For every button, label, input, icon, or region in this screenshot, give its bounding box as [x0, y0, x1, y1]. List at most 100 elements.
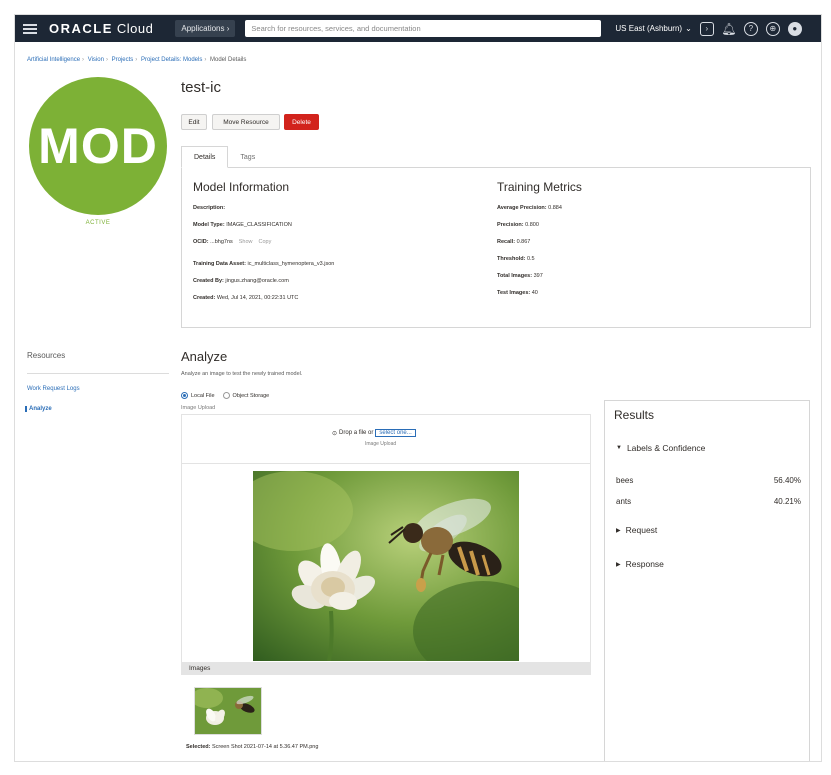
applications-label: Applications — [181, 24, 225, 33]
result-row: ants 40.21% — [616, 497, 801, 506]
field-value: Wed, Jul 14, 2021, 00:22:31 UTC — [216, 295, 299, 301]
response-label: Response — [625, 559, 664, 569]
field-label: Total Images: — [497, 273, 533, 279]
analyze-subtitle: Analyze an image to test the newly train… — [181, 371, 303, 377]
local-file-label[interactable]: Local File — [191, 393, 215, 399]
select-file-link[interactable]: select one... — [375, 429, 416, 437]
local-file-radio[interactable] — [181, 392, 188, 399]
image-thumbnail[interactable] — [194, 687, 262, 735]
recall-field: Recall: 0.867 — [497, 239, 530, 245]
top-navigation-bar: ORACLE Cloud Applications › Search for r… — [15, 15, 821, 42]
help-icon[interactable]: ? — [743, 21, 758, 36]
breadcrumb-ai[interactable]: Artificial Intelligence — [27, 57, 80, 63]
result-label-name: bees — [616, 476, 634, 485]
breadcrumb: Artificial Intelligence › Vision › Project… — [27, 57, 247, 63]
field-label: Test Images: — [497, 290, 531, 296]
global-search-input[interactable]: Search for resources, services, and docu… — [245, 20, 602, 37]
object-storage-label[interactable]: Object Storage — [233, 393, 270, 399]
request-label: Request — [625, 525, 658, 535]
training-metrics-title: Training Metrics — [497, 180, 582, 194]
field-label: Created By: — [193, 278, 224, 284]
oracle-cloud-logo[interactable]: ORACLE Cloud — [49, 21, 153, 36]
edit-button[interactable]: Edit — [181, 114, 207, 130]
detail-tabs: Details Tags — [181, 146, 267, 168]
file-drop-zone[interactable]: ⊙ Drop a file or select one... Image Upl… — [181, 414, 591, 464]
field-label: Threshold: — [497, 256, 526, 262]
move-resource-button[interactable]: Move Resource — [212, 114, 280, 130]
ocid-show-link[interactable]: Show — [239, 239, 253, 245]
labels-confidence-toggle[interactable]: ▼ Labels & Confidence — [616, 443, 705, 453]
request-toggle[interactable]: ▶ Request — [616, 525, 657, 535]
sidebar-item-work-request-logs[interactable]: Work Request Logs — [27, 386, 80, 392]
result-confidence: 40.21% — [773, 497, 801, 506]
images-section-header: Images — [181, 662, 591, 675]
field-label: OCID: — [193, 239, 209, 245]
field-label: Created: — [193, 295, 216, 301]
field-value: 0.5 — [526, 256, 535, 262]
breadcrumb-project-details[interactable]: Project Details: Models — [141, 57, 202, 63]
user-profile-icon[interactable]: ● — [787, 21, 802, 36]
model-type-field: Model Type: IMAGE_CLASSIFICATION — [193, 222, 292, 228]
model-information-title: Model Information — [193, 180, 290, 194]
delete-button[interactable]: Delete — [284, 114, 319, 130]
tab-details[interactable]: Details — [181, 146, 229, 168]
model-state-label: ACTIVE — [85, 220, 111, 226]
precision-field: Precision: 0.800 — [497, 222, 539, 228]
drop-text: Drop a file or — [339, 430, 374, 436]
oracle-brand-text: ORACLE — [49, 21, 113, 36]
field-value: ic_multiclass_hymenoptera_v3.json — [247, 261, 335, 267]
region-label: US East (Ashburn) — [615, 24, 683, 33]
drop-zone-subtext: Image Upload — [365, 441, 397, 447]
breadcrumb-projects[interactable]: Projects — [112, 57, 134, 63]
object-storage-radio[interactable] — [222, 392, 230, 399]
breadcrumb-vision[interactable]: Vision — [88, 57, 104, 63]
average-precision-field: Average Precision: 0.884 — [497, 205, 562, 211]
created-by-field: Created By: jingus.zhang@oracle.com — [193, 278, 289, 284]
hamburger-menu-icon[interactable] — [23, 23, 37, 34]
chevron-right-icon: › — [224, 24, 230, 33]
image-preview-panel — [181, 464, 591, 665]
results-title: Results — [614, 408, 655, 422]
breadcrumb-model-details: Model Details — [210, 57, 247, 63]
training-data-asset-field: Training Data Asset: ic_multiclass_hymen… — [193, 261, 334, 267]
results-panel: Results ▼ Labels & Confidence bees 56.40… — [604, 400, 810, 761]
field-label: Model Type: — [193, 222, 225, 228]
tab-tags[interactable]: Tags — [228, 146, 267, 168]
notification-bell-icon[interactable]: 🔔︎ — [721, 22, 736, 36]
caret-right-icon: ▶ — [616, 561, 621, 568]
bee-on-clover-image — [253, 471, 519, 661]
field-label: Precision: — [497, 222, 524, 228]
model-avatar-text: MOD — [38, 118, 158, 174]
result-row: bees 56.40% — [616, 476, 801, 485]
response-toggle[interactable]: ▶ Response — [616, 559, 664, 569]
caret-down-icon: ▼ — [616, 445, 622, 451]
field-label: Training Data Asset: — [193, 261, 246, 267]
upload-icon: ⊙ — [332, 430, 338, 437]
language-globe-icon[interactable]: ⊕ — [765, 21, 780, 36]
page-title: test-ic — [181, 79, 222, 96]
resources-divider — [27, 373, 169, 374]
selected-file-name: Screen Shot 2021-07-14 at 5.36.47 PM.png — [212, 744, 319, 750]
description-field: Description: — [193, 205, 225, 211]
applications-button[interactable]: Applications › — [175, 20, 236, 37]
field-value: 40 — [531, 290, 538, 296]
test-images-field: Test Images: 40 — [497, 290, 538, 296]
field-value: jingus.zhang@oracle.com — [225, 278, 289, 284]
selected-label: Selected: — [186, 744, 211, 750]
search-placeholder: Search for resources, services, and docu… — [251, 24, 421, 33]
field-label: Description: — [193, 205, 226, 211]
field-label: Average Precision: — [497, 205, 547, 211]
cloud-shell-icon[interactable]: › — [699, 21, 714, 36]
field-value: 0.800 — [525, 222, 539, 228]
created-field: Created: Wed, Jul 14, 2021, 00:22:31 UTC — [193, 295, 298, 301]
region-selector[interactable]: US East (Ashburn) ⌄ — [615, 24, 691, 33]
field-value: 0.884 — [548, 205, 562, 211]
browser-window: ORACLE Cloud Applications › Search for r… — [14, 14, 822, 762]
image-upload-label: Image Upload — [181, 405, 216, 411]
ocid-copy-link[interactable]: Copy — [259, 239, 272, 245]
sidebar-item-analyze[interactable]: Analyze — [25, 406, 52, 412]
result-confidence: 56.40% — [773, 476, 801, 485]
details-panel: Model Information Description: Model Typ… — [181, 167, 811, 328]
field-value: 397 — [533, 273, 543, 279]
image-source-radio-group: Local File Object Storage — [181, 392, 269, 399]
